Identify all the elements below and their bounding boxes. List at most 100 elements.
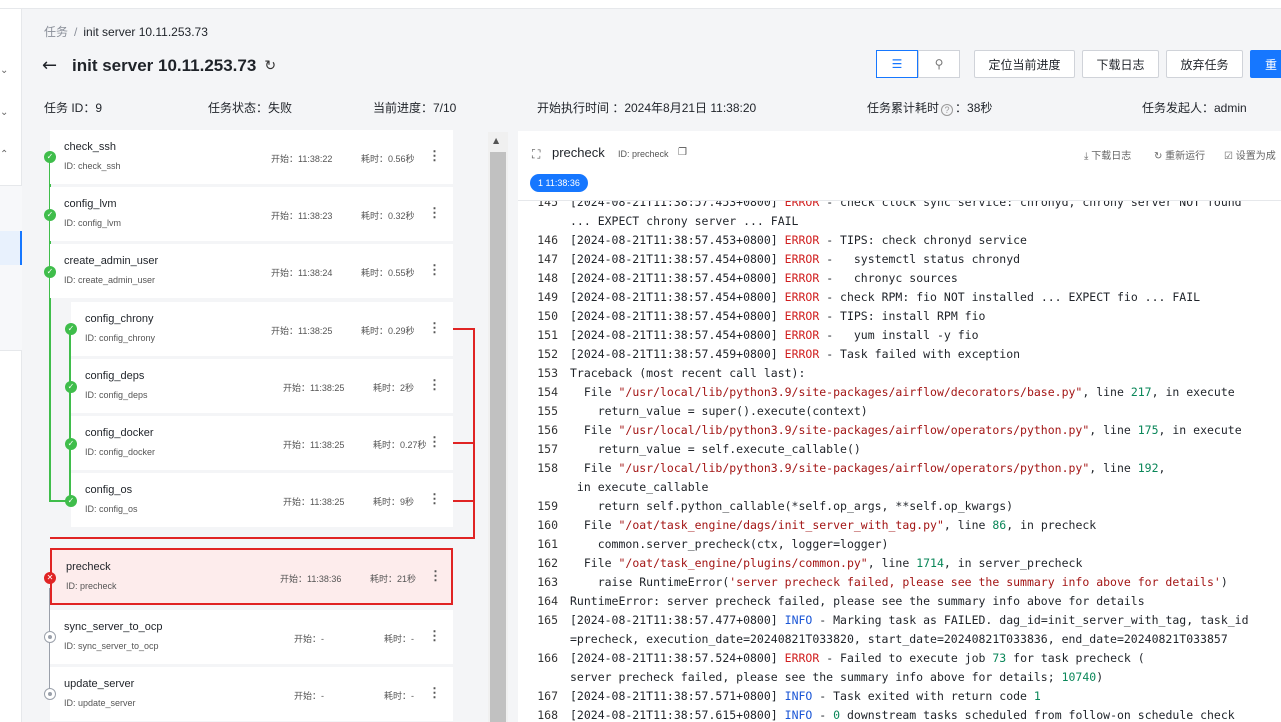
list-view-icon[interactable]: ☰	[876, 50, 918, 78]
more-icon[interactable]: ⋮	[428, 262, 441, 278]
more-icon[interactable]: ⋮	[428, 434, 441, 450]
more-icon[interactable]: ⋮	[428, 628, 441, 644]
task-list-scrollbar[interactable]: ▲	[488, 132, 508, 722]
page-title: init server 10.11.253.73	[72, 55, 257, 75]
task-card-sync-server-to-ocp[interactable]: sync_server_to_ocp ID: sync_server_to_oc…	[50, 610, 453, 664]
log-panel: ⛶ precheck ID: precheck ❐ ⤓ 下载日志 ↻ 重新运行 …	[518, 131, 1281, 722]
task-name: config_chrony	[85, 313, 154, 325]
abandon-task-button[interactable]: 放弃任务	[1166, 50, 1243, 78]
refresh-icon[interactable]: ↻	[264, 58, 276, 74]
scrollbar-thumb[interactable]	[490, 152, 506, 722]
more-icon[interactable]: ⋮	[428, 205, 441, 221]
locate-progress-button[interactable]: 定位当前进度	[974, 50, 1075, 78]
help-icon[interactable]: ?	[941, 104, 954, 116]
task-id: 任务 ID：9	[44, 101, 103, 115]
task-name: config_docker	[85, 427, 154, 439]
scroll-up-icon[interactable]: ▲	[493, 136, 499, 145]
run-time-pill[interactable]: 1 11:38:36	[530, 174, 588, 192]
error-connector	[50, 537, 475, 539]
task-id-label: ID: config_deps	[85, 390, 148, 400]
breadcrumb-parent[interactable]: 任务	[44, 25, 68, 39]
task-list: check_ssh ID: check_ssh 开始：11:38:22 耗时：0…	[22, 126, 488, 722]
elapsed-label: 任务累计耗时	[867, 101, 940, 115]
failed-icon: ✕	[44, 572, 56, 584]
log-download-link[interactable]: ⤓ 下载日志	[1084, 147, 1131, 162]
task-card-check-ssh[interactable]: check_ssh ID: check_ssh 开始：11:38:22 耗时：0…	[50, 130, 453, 184]
chevron-down-icon[interactable]: ⌄	[0, 65, 8, 76]
task-name: config_deps	[85, 370, 145, 382]
tree-view-icon[interactable]: ⚲	[918, 50, 960, 78]
copy-icon[interactable]: ❐	[678, 147, 687, 158]
task-name: create_admin_user	[64, 255, 159, 267]
rerun-link[interactable]: ↻ 重新运行	[1154, 147, 1205, 162]
start-time: 开始执行时间 ：2024年8月21日 11:38:20	[537, 101, 757, 115]
task-duration: 耗时：-	[384, 691, 414, 701]
more-icon[interactable]: ⋮	[429, 568, 442, 584]
chevron-up-icon[interactable]: ⌃	[0, 149, 8, 160]
more-icon[interactable]: ⋮	[428, 377, 441, 393]
task-duration: 耗时：0.55秒	[361, 268, 415, 278]
success-icon: ✓	[44, 151, 56, 163]
expand-icon[interactable]: ⛶	[532, 147, 540, 162]
task-duration: 耗时：0.32秒	[361, 211, 415, 221]
elapsed-time: 任务累计耗时? ：38秒	[867, 99, 992, 116]
more-icon[interactable]: ⋮	[428, 491, 441, 507]
rerun-label: 重新运行	[1165, 151, 1206, 162]
task-card-config-lvm[interactable]: config_lvm ID: config_lvm 开始：11:38:23 耗时…	[50, 187, 453, 241]
top-bar	[0, 0, 1281, 9]
task-name: config_os	[85, 484, 133, 496]
task-duration: 耗时：-	[384, 634, 414, 644]
success-icon: ✓	[44, 209, 56, 221]
log-content: 145 [2024-08-21T11:38:57.453+0800] ERROR …	[537, 201, 1249, 722]
task-id-label: ID: config_docker	[85, 447, 156, 457]
success-icon: ✓	[65, 323, 77, 335]
error-connector	[473, 328, 475, 539]
success-icon: ✓	[65, 381, 77, 393]
rerun-icon: ↻	[1154, 151, 1166, 162]
error-connector	[453, 500, 475, 502]
more-icon[interactable]: ⋮	[428, 685, 441, 701]
task-card-create-admin-user[interactable]: create_admin_user ID: create_admin_user …	[50, 244, 453, 298]
view-toggle: ☰ ⚲	[876, 50, 960, 78]
set-success-link[interactable]: ☑ 设置为成	[1224, 147, 1276, 162]
task-card-update-server[interactable]: update_server ID: update_server 开始：- 耗时：…	[50, 667, 453, 721]
task-id-label: ID: config_lvm	[64, 218, 122, 228]
back-arrow-icon[interactable]: ←	[42, 55, 62, 76]
task-status: 任务状态：失败	[208, 101, 293, 115]
pending-icon	[44, 631, 56, 643]
task-id-label: ID: check_ssh	[64, 161, 121, 171]
task-card-config-chrony[interactable]: config_chrony ID: config_chrony 开始：11:38…	[71, 302, 453, 356]
retry-button[interactable]: 重	[1250, 50, 1281, 78]
task-card-precheck[interactable]: precheck ID: precheck 开始：11:38:36 耗时：21秒…	[50, 548, 453, 605]
task-start: 开始：11:38:25	[283, 440, 345, 450]
task-duration: 耗时：2秒	[373, 383, 415, 393]
task-card-config-docker[interactable]: config_docker ID: config_docker 开始：11:38…	[71, 416, 453, 470]
task-duration: 耗时：9秒	[373, 497, 415, 507]
success-icon: ✓	[65, 495, 77, 507]
more-icon[interactable]: ⋮	[428, 320, 441, 336]
task-id-label: ID: update_server	[64, 698, 136, 708]
task-progress: 当前进度：7/10	[373, 101, 457, 115]
task-start: 开始：11:38:23	[271, 211, 333, 221]
pending-icon	[44, 688, 56, 700]
task-start: 开始：11:38:24	[271, 268, 333, 278]
task-name: config_lvm	[64, 198, 117, 210]
task-duration: 耗时：0.56秒	[361, 154, 415, 164]
log-task-id: ID: precheck	[618, 149, 669, 159]
nav-item-selected[interactable]	[0, 231, 22, 265]
left-nav: ⌄ ⌄ ⌃	[0, 9, 22, 722]
task-name: sync_server_to_ocp	[64, 621, 163, 633]
task-id-label: ID: precheck	[66, 581, 117, 591]
error-connector	[453, 328, 475, 330]
task-name: precheck	[66, 561, 111, 573]
task-card-config-deps[interactable]: config_deps ID: config_deps 开始：11:38:25 …	[71, 359, 453, 413]
task-start: 开始：11:38:25	[271, 326, 333, 336]
chevron-down-icon[interactable]: ⌄	[0, 107, 8, 118]
checkbox-icon: ☑	[1224, 151, 1236, 162]
task-duration: 耗时：21秒	[370, 574, 417, 584]
more-icon[interactable]: ⋮	[428, 148, 441, 164]
task-start: 开始：-	[294, 691, 324, 701]
download-log-button[interactable]: 下载日志	[1082, 50, 1159, 78]
task-card-config-os[interactable]: config_os ID: config_os 开始：11:38:25 耗时：9…	[71, 473, 453, 527]
connector-line	[49, 271, 51, 501]
